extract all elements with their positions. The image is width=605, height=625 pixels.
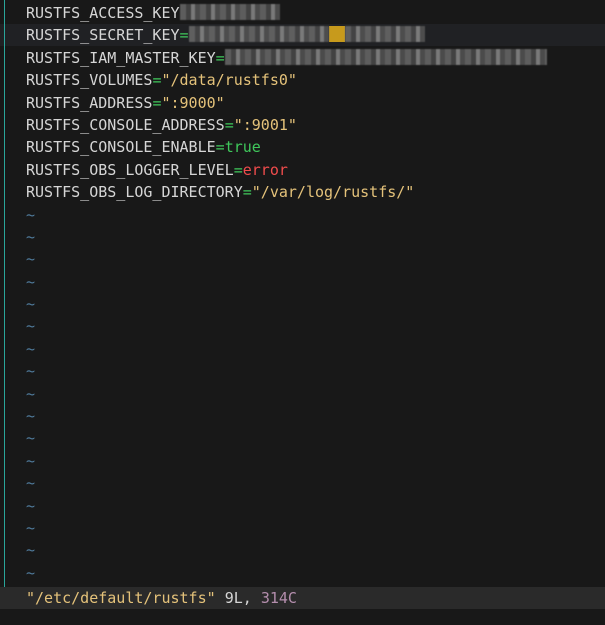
gutter-bar (4, 0, 5, 597)
redacted-value (179, 4, 280, 20)
config-line[interactable]: RUSTFS_OBS_LOG_DIRECTORY="/var/log/rustf… (26, 181, 605, 203)
empty-line-tilde: ~ (26, 250, 36, 269)
config-value: "/var/log/rustfs/" (251, 183, 415, 202)
empty-line-tilde: ~ (26, 362, 36, 381)
equals-sign: = (242, 183, 252, 202)
redacted-value (188, 26, 329, 43)
equals-sign: = (233, 160, 243, 179)
equals-sign: = (224, 115, 234, 134)
empty-line-tilde: ~ (26, 407, 36, 426)
config-line[interactable]: RUSTFS_CONSOLE_ADDRESS=":9001" (26, 114, 605, 136)
config-key: RUSTFS_SECRET_KEY (26, 26, 180, 45)
config-key: RUSTFS_ADDRESS (26, 93, 153, 112)
config-key: RUSTFS_OBS_LOG_DIRECTORY (26, 183, 243, 202)
config-value: "/data/rustfs0" (161, 71, 297, 90)
config-value: ":9000" (161, 93, 225, 112)
buffer-lines[interactable]: RUSTFS_ACCESS_KEY RUSTFS_SECRET_KEY= RUS… (26, 2, 605, 584)
config-key: RUSTFS_CONSOLE_ADDRESS (26, 115, 225, 134)
vim-status-bar: "/etc/default/rustfs" 9L, 314C (0, 587, 605, 609)
empty-line-tilde: ~ (26, 474, 36, 493)
config-key: RUSTFS_ACCESS_KEY (26, 4, 180, 22)
empty-line-tilde: ~ (26, 429, 36, 448)
config-key: RUSTFS_CONSOLE_ENABLE (26, 138, 216, 157)
config-value: true (224, 138, 261, 157)
empty-buffer-markers: ~ ~ ~ ~ ~ ~ ~ ~ ~ ~ ~ ~ ~ ~ ~ ~ ~ (26, 204, 605, 585)
config-value: ":9001" (233, 115, 297, 134)
config-line[interactable]: RUSTFS_OBS_LOGGER_LEVEL=error (26, 159, 605, 181)
status-filename: "/etc/default/rustfs" (26, 589, 216, 607)
config-key: RUSTFS_OBS_LOGGER_LEVEL (26, 160, 234, 179)
equals-sign: = (215, 138, 225, 157)
equals-sign: = (215, 48, 225, 67)
redacted-value (344, 26, 425, 43)
empty-line-tilde: ~ (26, 227, 36, 246)
empty-line-tilde: ~ (26, 339, 36, 358)
empty-line-tilde: ~ (26, 295, 36, 314)
config-line[interactable]: RUSTFS_SECRET_KEY= (26, 24, 605, 46)
empty-line-tilde: ~ (26, 205, 36, 224)
config-value: error (242, 160, 288, 179)
empty-line-tilde: ~ (26, 451, 36, 470)
empty-line-tilde: ~ (26, 317, 36, 336)
empty-line-tilde: ~ (26, 541, 36, 560)
config-line[interactable]: RUSTFS_VOLUMES="/data/rustfs0" (26, 69, 605, 91)
config-line[interactable]: RUSTFS_ADDRESS=":9000" (26, 92, 605, 114)
redacted-value-highlight (328, 26, 345, 43)
empty-line-tilde: ~ (26, 384, 36, 403)
config-line[interactable]: RUSTFS_CONSOLE_ENABLE=true (26, 136, 605, 158)
redacted-value (224, 48, 547, 65)
config-key: RUSTFS_VOLUMES (26, 71, 153, 90)
config-line[interactable]: RUSTFS_ACCESS_KEY (26, 2, 605, 24)
empty-line-tilde: ~ (26, 496, 36, 515)
empty-line-tilde: ~ (26, 563, 36, 582)
status-char-count: 314C (260, 589, 297, 607)
config-line[interactable]: RUSTFS_IAM_MASTER_KEY= (26, 47, 605, 69)
empty-line-tilde: ~ (26, 518, 36, 537)
empty-line-tilde: ~ (26, 272, 36, 291)
equals-sign: = (179, 26, 189, 45)
status-line-count: 9L, (224, 589, 252, 607)
config-key: RUSTFS_IAM_MASTER_KEY (26, 48, 216, 67)
vim-editor[interactable]: RUSTFS_ACCESS_KEY RUSTFS_SECRET_KEY= RUS… (0, 0, 605, 625)
